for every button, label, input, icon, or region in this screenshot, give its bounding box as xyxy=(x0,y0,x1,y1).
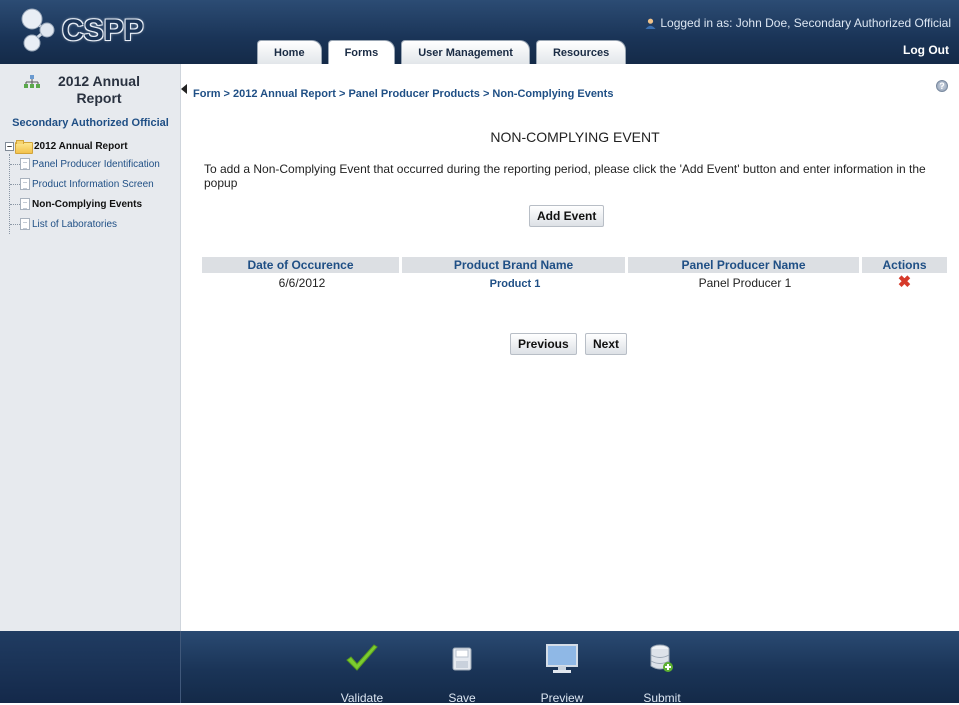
page-title: NON-COMPLYING EVENT xyxy=(490,129,660,145)
tree-root[interactable]: – 2012 Annual Report xyxy=(5,138,181,154)
document-icon xyxy=(20,178,30,190)
cspp-logo[interactable]: CSPP xyxy=(18,6,168,54)
tab-user-management[interactable]: User Management xyxy=(401,40,530,64)
save-button[interactable]: Save xyxy=(427,639,497,705)
preview-button[interactable]: Preview xyxy=(527,639,597,705)
tree-item-label: Non-Complying Events xyxy=(32,198,143,210)
tab-resources[interactable]: Resources xyxy=(535,40,627,64)
tree-item-label: Product Information Screen xyxy=(32,178,154,190)
panel-producer-name: Panel Producer 1 xyxy=(698,276,792,290)
column-header-producer[interactable]: Panel Producer Name xyxy=(628,257,862,273)
tree-item-label: List of Laboratories xyxy=(32,218,118,230)
user-role: Secondary Authorized Official xyxy=(12,117,169,129)
next-button[interactable]: Next xyxy=(585,333,628,355)
main-nav-tabs: Home Forms User Management Resources xyxy=(257,40,632,64)
folder-icon xyxy=(15,140,33,154)
org-chart-icon xyxy=(24,75,40,88)
checkmark-icon xyxy=(346,644,378,671)
events-table: Date of Occurence Product Brand Name Pan… xyxy=(202,257,947,293)
column-header-actions: Actions xyxy=(862,257,947,273)
monitor-icon xyxy=(546,644,578,673)
save-icon xyxy=(452,647,472,671)
logout-link[interactable]: Log Out xyxy=(903,43,949,57)
collapse-minus-icon[interactable]: – xyxy=(5,141,14,151)
document-icon xyxy=(20,218,30,230)
column-header-product[interactable]: Product Brand Name xyxy=(402,257,628,273)
tree-item-panel-producer-identification[interactable]: Panel Producer Identification xyxy=(10,154,181,174)
tree-item-non-complying-events[interactable]: Non-Complying Events xyxy=(10,194,181,214)
help-icon[interactable]: ? xyxy=(936,80,948,92)
app-header: CSPP Logged in as: John Doe, Secondary A… xyxy=(0,0,959,64)
tree-item-label: Panel Producer Identification xyxy=(32,158,160,170)
sidebar-header: 2012 Annual Report xyxy=(24,73,149,107)
validate-button[interactable]: Validate xyxy=(327,639,397,705)
table-header-row: Date of Occurence Product Brand Name Pan… xyxy=(202,257,947,273)
previous-button[interactable]: Previous xyxy=(510,333,577,355)
tree-items: Panel Producer Identification Product In… xyxy=(9,154,181,234)
submit-button[interactable]: Submit xyxy=(627,639,697,705)
tree-root-label: 2012 Annual Report xyxy=(34,140,128,152)
document-icon xyxy=(20,158,30,170)
document-icon xyxy=(20,198,30,210)
tab-forms[interactable]: Forms xyxy=(327,40,396,64)
breadcrumb[interactable]: Form > 2012 Annual Report > Panel Produc… xyxy=(193,88,613,100)
login-info: Logged in as: John Doe, Secondary Author… xyxy=(645,16,951,30)
logo-molecule-icon xyxy=(21,8,55,52)
login-text: Logged in as: John Doe, Secondary Author… xyxy=(660,16,951,30)
form-tree: – 2012 Annual Report Panel Producer Iden… xyxy=(5,138,181,234)
product-link[interactable]: Product 1 xyxy=(490,278,541,290)
sidebar-title: 2012 Annual Report xyxy=(58,73,140,106)
tree-item-list-of-laboratories[interactable]: List of Laboratories xyxy=(10,214,181,234)
sidebar: 2012 Annual Report Secondary Authorized … xyxy=(0,64,181,631)
tab-home[interactable]: Home xyxy=(257,40,322,64)
app-name: CSPP xyxy=(62,14,144,47)
sidebar-collapse-arrow-icon[interactable] xyxy=(181,84,187,94)
delete-icon[interactable]: ✖ xyxy=(898,275,911,291)
tree-item-product-information-screen[interactable]: Product Information Screen xyxy=(10,174,181,194)
add-event-button[interactable]: Add Event xyxy=(529,205,605,227)
table-row: 6/6/2012 Product 1 Panel Producer 1 ✖ xyxy=(202,273,947,293)
database-icon xyxy=(650,644,673,672)
instructions-text: To add a Non-Complying Event that occurr… xyxy=(204,162,926,190)
footer-toolbar: Validate Save Preview Submit xyxy=(0,631,959,705)
event-date: 6/6/2012 xyxy=(278,276,326,290)
user-icon xyxy=(645,18,656,29)
footer-sidebar-area xyxy=(0,631,181,703)
column-header-date[interactable]: Date of Occurence xyxy=(202,257,402,273)
